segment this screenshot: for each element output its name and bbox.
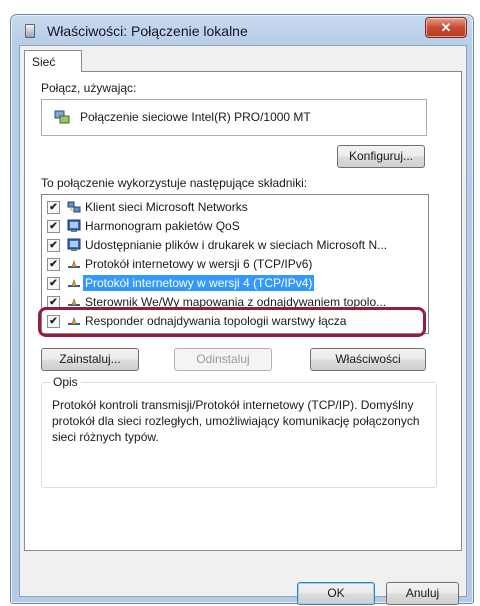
tab-network[interactable]: Sieć [24,50,82,72]
service-icon [67,219,81,232]
list-item-label: Udostępnianie plików i drukarek w siecia… [85,238,388,252]
close-icon: ✕ [440,20,452,35]
checkbox[interactable]: ✔ [47,258,60,271]
cancel-button[interactable]: Anuluj [386,582,459,605]
description-label: Opis [50,375,81,389]
list-item-selected[interactable]: ✔ Protokół internetowy w wersji 4 (TCP/I… [42,273,428,294]
close-button[interactable]: ✕ [425,17,467,38]
checkbox[interactable]: ✔ [47,220,60,233]
list-item[interactable]: ✔ Udostępnianie plików i drukarek w siec… [42,235,428,256]
list-item[interactable]: ✔ Protokół internetowy w wersji 6 (TCP/I… [42,254,428,275]
install-button[interactable]: Zainstaluj... [41,348,139,371]
network-card-icon [54,110,70,124]
connect-using-label: Połącz, używając: [41,81,137,95]
list-item[interactable]: ✔ Klient sieci Microsoft Networks [42,197,428,218]
list-item-label: Klient sieci Microsoft Networks [85,200,248,214]
checkbox[interactable]: ✔ [47,239,60,252]
list-item[interactable]: ✔ Harmonogram pakietów QoS [42,216,428,237]
network-adapter-icon [25,24,35,38]
description-text: Protokół kontroli transmisji/Protokół in… [52,398,420,444]
protocol-icon [68,260,80,268]
configure-button[interactable]: Konfiguruj... [337,145,425,168]
service-icon [67,238,81,251]
checkbox[interactable]: ✔ [47,201,60,214]
adapter-name: Połączenie sieciowe Intel(R) PRO/1000 MT [80,110,311,124]
description-group: Opis Protokół kontroli transmisji/Protok… [41,375,437,488]
window-title: Właściwości: Połączenie lokalne [47,23,248,39]
selection-highlight-frame [38,307,426,337]
network-client-icon [67,201,81,213]
title-bar[interactable]: Właściwości: Połączenie lokalne ✕ [11,15,473,45]
list-item-label: Harmonogram pakietów QoS [85,219,240,233]
components-label: To połączenie wykorzystuje następujące s… [41,176,308,190]
list-item-label: Protokół internetowy w wersji 6 (TCP/IPv… [85,257,313,271]
ok-button[interactable]: OK [297,582,375,605]
adapter-field: Połączenie sieciowe Intel(R) PRO/1000 MT [41,99,427,136]
uninstall-button[interactable]: Odinstaluj [174,348,272,371]
properties-button[interactable]: Właściwości [310,348,426,371]
checkbox[interactable]: ✔ [47,277,60,290]
list-item-label: Protokół internetowy w wersji 4 (TCP/IPv… [83,275,315,291]
protocol-icon [68,279,80,287]
